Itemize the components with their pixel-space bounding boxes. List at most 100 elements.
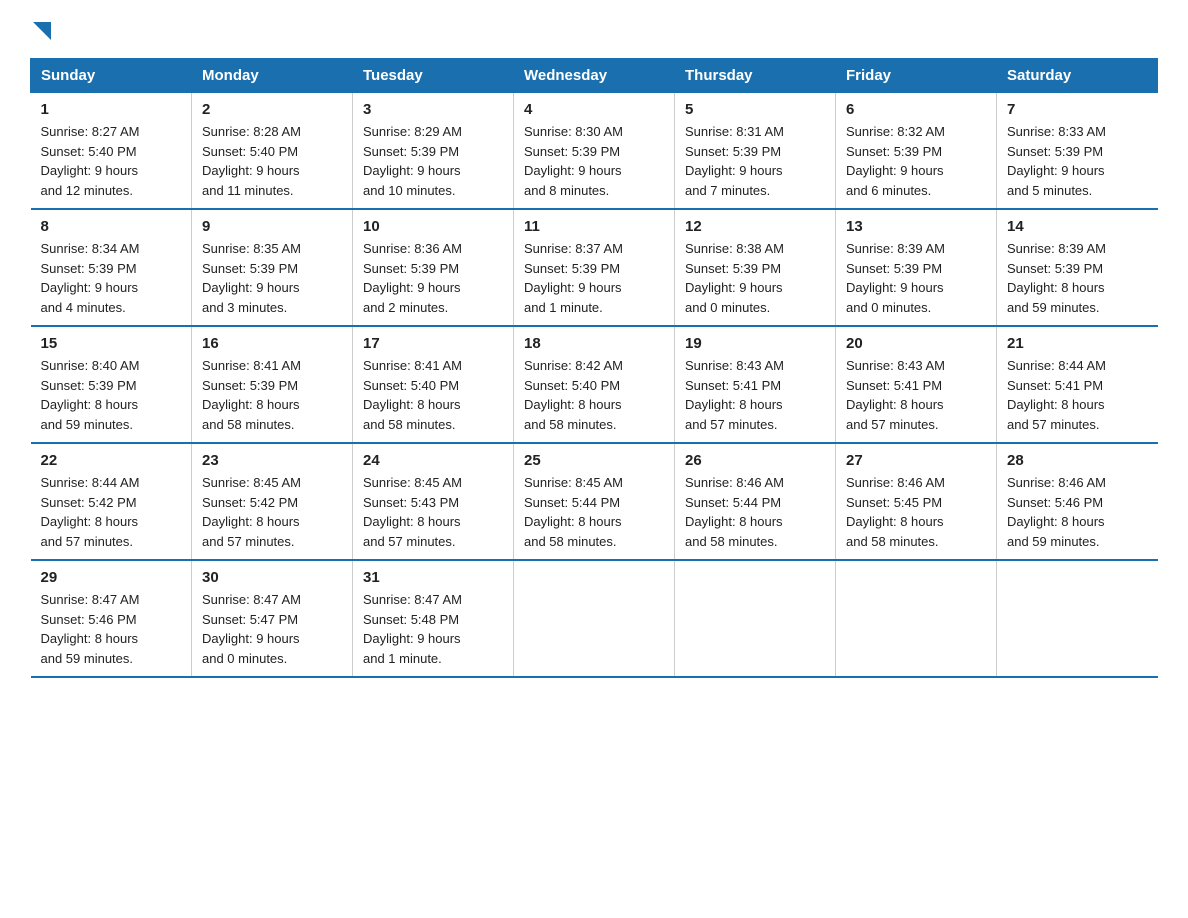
day-info: Sunrise: 8:43 AMSunset: 5:41 PMDaylight:…	[846, 358, 945, 432]
day-number: 10	[363, 218, 503, 235]
day-info: Sunrise: 8:47 AMSunset: 5:48 PMDaylight:…	[363, 592, 462, 666]
day-number: 1	[41, 101, 182, 118]
day-info: Sunrise: 8:37 AMSunset: 5:39 PMDaylight:…	[524, 241, 623, 315]
calendar-cell: 1 Sunrise: 8:27 AMSunset: 5:40 PMDaylight…	[31, 93, 192, 210]
column-header-saturday: Saturday	[997, 59, 1158, 93]
calendar-cell: 8 Sunrise: 8:34 AMSunset: 5:39 PMDaylight…	[31, 209, 192, 326]
day-number: 23	[202, 452, 342, 469]
day-info: Sunrise: 8:45 AMSunset: 5:44 PMDaylight:…	[524, 475, 623, 549]
day-info: Sunrise: 8:46 AMSunset: 5:46 PMDaylight:…	[1007, 475, 1106, 549]
calendar-cell: 31 Sunrise: 8:47 AMSunset: 5:48 PMDayligh…	[353, 560, 514, 677]
day-info: Sunrise: 8:31 AMSunset: 5:39 PMDaylight:…	[685, 124, 784, 198]
week-row-1: 1 Sunrise: 8:27 AMSunset: 5:40 PMDaylight…	[31, 93, 1158, 210]
calendar-cell: 14Sunrise: 8:39 AMSunset: 5:39 PMDayligh…	[997, 209, 1158, 326]
column-header-friday: Friday	[836, 59, 997, 93]
day-info: Sunrise: 8:44 AMSunset: 5:42 PMDaylight:…	[41, 475, 140, 549]
day-number: 18	[524, 335, 664, 352]
day-number: 3	[363, 101, 503, 118]
day-number: 22	[41, 452, 182, 469]
calendar-cell	[514, 560, 675, 677]
calendar-cell: 13 Sunrise: 8:39 AMSunset: 5:39 PMDayligh…	[836, 209, 997, 326]
day-number: 5	[685, 101, 825, 118]
day-number: 16	[202, 335, 342, 352]
day-info: Sunrise: 8:29 AMSunset: 5:39 PMDaylight:…	[363, 124, 462, 198]
logo-wrapper	[30, 20, 54, 46]
day-info: Sunrise: 8:45 AMSunset: 5:42 PMDaylight:…	[202, 475, 301, 549]
column-header-tuesday: Tuesday	[353, 59, 514, 93]
calendar-cell: 29 Sunrise: 8:47 AMSunset: 5:46 PMDayligh…	[31, 560, 192, 677]
day-number: 8	[41, 218, 182, 235]
calendar-cell: 3 Sunrise: 8:29 AMSunset: 5:39 PMDaylight…	[353, 93, 514, 210]
day-number: 17	[363, 335, 503, 352]
logo	[30, 20, 54, 40]
day-number: 13	[846, 218, 986, 235]
day-number: 2	[202, 101, 342, 118]
calendar-cell: 7 Sunrise: 8:33 AMSunset: 5:39 PMDaylight…	[997, 93, 1158, 210]
day-number: 19	[685, 335, 825, 352]
calendar-cell: 12 Sunrise: 8:38 AMSunset: 5:39 PMDayligh…	[675, 209, 836, 326]
day-info: Sunrise: 8:41 AMSunset: 5:40 PMDaylight:…	[363, 358, 462, 432]
column-header-thursday: Thursday	[675, 59, 836, 93]
day-info: Sunrise: 8:36 AMSunset: 5:39 PMDaylight:…	[363, 241, 462, 315]
day-info: Sunrise: 8:38 AMSunset: 5:39 PMDaylight:…	[685, 241, 784, 315]
day-info: Sunrise: 8:28 AMSunset: 5:40 PMDaylight:…	[202, 124, 301, 198]
calendar-table: SundayMondayTuesdayWednesdayThursdayFrid…	[30, 58, 1158, 678]
week-row-2: 8 Sunrise: 8:34 AMSunset: 5:39 PMDaylight…	[31, 209, 1158, 326]
column-header-wednesday: Wednesday	[514, 59, 675, 93]
calendar-cell: 28Sunrise: 8:46 AMSunset: 5:46 PMDayligh…	[997, 443, 1158, 560]
calendar-cell: 27Sunrise: 8:46 AMSunset: 5:45 PMDayligh…	[836, 443, 997, 560]
day-info: Sunrise: 8:39 AMSunset: 5:39 PMDaylight:…	[1007, 241, 1106, 315]
calendar-cell: 15 Sunrise: 8:40 AMSunset: 5:39 PMDayligh…	[31, 326, 192, 443]
day-info: Sunrise: 8:27 AMSunset: 5:40 PMDaylight:…	[41, 124, 140, 198]
day-number: 9	[202, 218, 342, 235]
calendar-cell: 5 Sunrise: 8:31 AMSunset: 5:39 PMDaylight…	[675, 93, 836, 210]
day-info: Sunrise: 8:46 AMSunset: 5:45 PMDaylight:…	[846, 475, 945, 549]
day-info: Sunrise: 8:43 AMSunset: 5:41 PMDaylight:…	[685, 358, 784, 432]
day-info: Sunrise: 8:45 AMSunset: 5:43 PMDaylight:…	[363, 475, 462, 549]
calendar-cell: 4Sunrise: 8:30 AMSunset: 5:39 PMDaylight…	[514, 93, 675, 210]
calendar-cell: 17 Sunrise: 8:41 AMSunset: 5:40 PMDayligh…	[353, 326, 514, 443]
day-number: 7	[1007, 101, 1148, 118]
calendar-cell: 16 Sunrise: 8:41 AMSunset: 5:39 PMDayligh…	[192, 326, 353, 443]
day-number: 11	[524, 218, 664, 235]
day-number: 31	[363, 569, 503, 586]
week-row-4: 22 Sunrise: 8:44 AMSunset: 5:42 PMDayligh…	[31, 443, 1158, 560]
day-info: Sunrise: 8:40 AMSunset: 5:39 PMDaylight:…	[41, 358, 140, 432]
day-number: 15	[41, 335, 182, 352]
day-info: Sunrise: 8:39 AMSunset: 5:39 PMDaylight:…	[846, 241, 945, 315]
calendar-cell: 21Sunrise: 8:44 AMSunset: 5:41 PMDayligh…	[997, 326, 1158, 443]
day-number: 12	[685, 218, 825, 235]
calendar-header-row: SundayMondayTuesdayWednesdayThursdayFrid…	[31, 59, 1158, 93]
day-number: 21	[1007, 335, 1148, 352]
day-info: Sunrise: 8:35 AMSunset: 5:39 PMDaylight:…	[202, 241, 301, 315]
day-number: 26	[685, 452, 825, 469]
calendar-cell: 10 Sunrise: 8:36 AMSunset: 5:39 PMDayligh…	[353, 209, 514, 326]
day-number: 6	[846, 101, 986, 118]
day-number: 25	[524, 452, 664, 469]
day-info: Sunrise: 8:46 AMSunset: 5:44 PMDaylight:…	[685, 475, 784, 549]
day-info: Sunrise: 8:47 AMSunset: 5:46 PMDaylight:…	[41, 592, 140, 666]
calendar-cell: 25 Sunrise: 8:45 AMSunset: 5:44 PMDayligh…	[514, 443, 675, 560]
day-number: 20	[846, 335, 986, 352]
day-number: 30	[202, 569, 342, 586]
column-header-sunday: Sunday	[31, 59, 192, 93]
page-header	[30, 20, 1158, 40]
calendar-cell: 30Sunrise: 8:47 AMSunset: 5:47 PMDayligh…	[192, 560, 353, 677]
calendar-cell: 20 Sunrise: 8:43 AMSunset: 5:41 PMDayligh…	[836, 326, 997, 443]
calendar-cell	[997, 560, 1158, 677]
calendar-cell: 22 Sunrise: 8:44 AMSunset: 5:42 PMDayligh…	[31, 443, 192, 560]
day-number: 29	[41, 569, 182, 586]
calendar-cell: 24Sunrise: 8:45 AMSunset: 5:43 PMDayligh…	[353, 443, 514, 560]
calendar-cell: 26 Sunrise: 8:46 AMSunset: 5:44 PMDayligh…	[675, 443, 836, 560]
calendar-cell	[836, 560, 997, 677]
calendar-cell	[675, 560, 836, 677]
day-info: Sunrise: 8:41 AMSunset: 5:39 PMDaylight:…	[202, 358, 301, 432]
week-row-3: 15 Sunrise: 8:40 AMSunset: 5:39 PMDayligh…	[31, 326, 1158, 443]
day-info: Sunrise: 8:32 AMSunset: 5:39 PMDaylight:…	[846, 124, 945, 198]
day-info: Sunrise: 8:34 AMSunset: 5:39 PMDaylight:…	[41, 241, 140, 315]
day-info: Sunrise: 8:42 AMSunset: 5:40 PMDaylight:…	[524, 358, 623, 432]
logo-triangle-icon	[31, 20, 53, 42]
day-info: Sunrise: 8:33 AMSunset: 5:39 PMDaylight:…	[1007, 124, 1106, 198]
day-number: 4	[524, 101, 664, 118]
calendar-cell: 23 Sunrise: 8:45 AMSunset: 5:42 PMDayligh…	[192, 443, 353, 560]
